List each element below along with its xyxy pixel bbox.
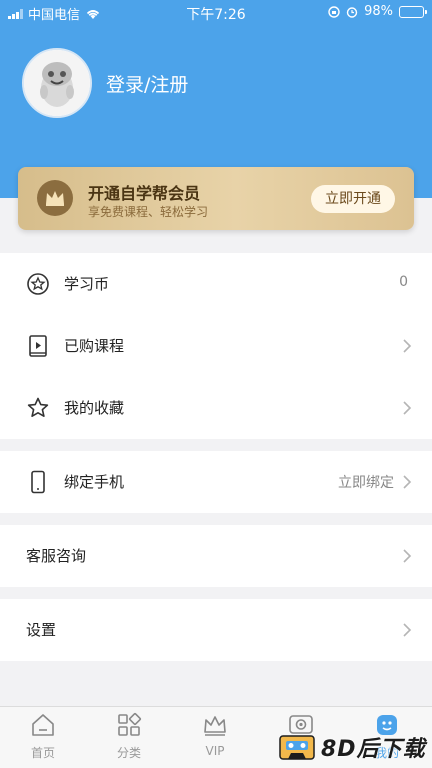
star-icon <box>27 397 49 417</box>
vip-banner[interactable]: 开通自学帮会员 享免费课程、轻松学习 立即开通 <box>18 167 414 230</box>
menu-item-bind-phone[interactable]: 绑定手机 立即绑定 <box>0 451 432 513</box>
menu-group-service: 客服咨询 <box>0 525 432 587</box>
play-book-icon <box>29 335 47 357</box>
mascot-avatar-icon <box>24 50 90 116</box>
vip-subtitle: 享免费课程、轻松学习 <box>88 205 209 219</box>
menu-item-settings[interactable]: 设置 <box>0 599 432 661</box>
chevron-right-icon <box>403 549 412 563</box>
battery-icon <box>399 5 427 18</box>
chevron-right-icon <box>403 401 412 415</box>
menu-item-label: 设置 <box>26 621 57 639</box>
watermark-text: 8D后下载 <box>321 737 426 762</box>
menu-item-label: 客服咨询 <box>26 547 87 565</box>
menu-item-label: 绑定手机 <box>64 473 125 491</box>
login-register-link[interactable]: 登录/注册 <box>106 70 188 97</box>
status-bar: 中国电信 下午7:26 98% <box>0 0 432 24</box>
alarm-icon <box>346 6 358 18</box>
cassette-icon <box>279 735 315 760</box>
category-icon <box>118 712 142 736</box>
chevron-right-icon <box>403 475 412 489</box>
phone-icon <box>31 470 45 494</box>
menu-group-phone: 绑定手机 立即绑定 <box>0 451 432 513</box>
tab-label: 分类 <box>116 746 141 760</box>
battery-percent: 98% <box>364 4 393 19</box>
bind-status: 立即绑定 <box>338 475 394 491</box>
menu-item-label: 已购课程 <box>64 337 125 355</box>
chevron-right-icon <box>403 623 412 637</box>
tab-home[interactable]: 首页 <box>0 707 86 768</box>
avatar[interactable] <box>22 48 92 118</box>
tab-label: 首页 <box>30 746 55 760</box>
menu-item-coins[interactable]: 学习币 0 <box>0 253 432 315</box>
crown-icon <box>204 716 226 736</box>
tab-vip[interactable]: VIP <box>172 707 258 768</box>
menu-item-customer-service[interactable]: 客服咨询 <box>0 525 432 587</box>
home-icon <box>32 714 54 736</box>
menu-item-label: 我的收藏 <box>64 399 125 417</box>
tab-category[interactable]: 分类 <box>86 707 172 768</box>
coin-balance: 0 <box>399 274 408 290</box>
coin-icon <box>27 273 49 295</box>
tab-label: VIP <box>205 744 225 758</box>
vip-title: 开通自学帮会员 <box>88 184 201 203</box>
menu-item-purchased-courses[interactable]: 已购课程 <box>0 315 432 377</box>
chevron-right-icon <box>403 339 412 353</box>
rotation-lock-icon <box>328 5 340 18</box>
menu-item-label: 学习币 <box>64 275 110 293</box>
menu-group-settings: 设置 <box>0 599 432 661</box>
watermark: 8D后下载 <box>274 727 432 768</box>
menu-group-account: 学习币 0 已购课程 我的收藏 <box>0 253 432 439</box>
open-vip-button[interactable]: 立即开通 <box>311 185 395 213</box>
menu-item-favorites[interactable]: 我的收藏 <box>0 377 432 439</box>
crown-icon <box>37 180 73 216</box>
